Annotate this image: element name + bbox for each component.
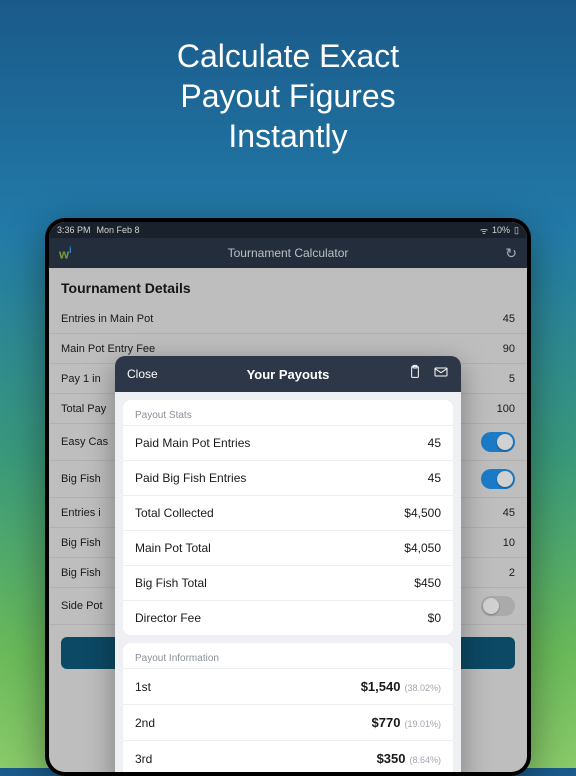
status-date: Mon Feb 8 (97, 225, 140, 235)
payout-row: 1st $1,540(38.02%) (123, 668, 453, 704)
payout-info-card: Payout Information 1st $1,540(38.02%) 2n… (123, 643, 453, 772)
payout-place: 1st (135, 680, 151, 694)
stats-label: Main Pot Total (135, 541, 211, 555)
nav-title: Tournament Calculator (228, 246, 349, 260)
stats-row: Total Collected $4,500 (123, 495, 453, 530)
battery-level: 10% (492, 225, 510, 235)
stats-row: Paid Main Pot Entries 45 (123, 425, 453, 460)
payout-pct: (38.02%) (404, 683, 441, 693)
stats-value: $4,500 (404, 506, 441, 520)
device-frame: 3:36 PM Mon Feb 8 ᯤ 10% ▯ wi Tournament … (45, 218, 531, 776)
app-logo[interactable]: wi (59, 245, 72, 261)
row-value: 100 (497, 403, 515, 415)
payout-stats-card: Payout Stats Paid Main Pot Entries 45 Pa… (123, 400, 453, 635)
stats-value: $0 (428, 611, 441, 625)
stats-label: Director Fee (135, 611, 201, 625)
device-screen: 3:36 PM Mon Feb 8 ᯤ 10% ▯ wi Tournament … (49, 222, 527, 772)
row-label: Big Fish (61, 537, 101, 549)
nav-bar: wi Tournament Calculator ↻ (49, 238, 527, 268)
row-label: Side Pot (61, 600, 103, 612)
toggle-switch[interactable] (481, 469, 515, 489)
row-label: Total Pay (61, 403, 106, 415)
stats-row: Main Pot Total $4,050 (123, 530, 453, 565)
stats-value: $450 (414, 576, 441, 590)
row-label: Big Fish (61, 567, 101, 579)
row-value: 2 (509, 567, 515, 579)
payout-amount: $350 (377, 751, 406, 766)
stats-value: $4,050 (404, 541, 441, 555)
card-header: Payout Stats (123, 400, 453, 425)
status-time: 3:36 PM (57, 225, 91, 235)
payout-place: 2nd (135, 716, 155, 730)
table-row[interactable]: Entries in Main Pot 45 (49, 304, 527, 334)
mail-icon[interactable] (433, 364, 449, 385)
payout-pct: (19.01%) (404, 719, 441, 729)
row-label: Main Pot Entry Fee (61, 343, 155, 355)
toggle-switch[interactable] (481, 596, 515, 616)
row-label: Big Fish (61, 473, 101, 485)
row-value: 90 (503, 343, 515, 355)
stats-value: 45 (428, 471, 441, 485)
toggle-switch[interactable] (481, 432, 515, 452)
stats-label: Total Collected (135, 506, 214, 520)
clipboard-icon[interactable] (407, 364, 423, 385)
modal-header: Close Your Payouts (115, 356, 461, 392)
row-label: Easy Cas (61, 436, 108, 448)
stats-label: Paid Big Fish Entries (135, 471, 246, 485)
row-value: 10 (503, 537, 515, 549)
card-header: Payout Information (123, 643, 453, 668)
payout-amount: $770 (372, 715, 401, 730)
stats-row: Director Fee $0 (123, 600, 453, 635)
stats-row: Paid Big Fish Entries 45 (123, 460, 453, 495)
payout-place: 3rd (135, 752, 152, 766)
status-bar: 3:36 PM Mon Feb 8 ᯤ 10% ▯ (49, 222, 527, 238)
refresh-icon[interactable]: ↻ (505, 245, 517, 262)
row-value: 5 (509, 373, 515, 385)
hero-headline: Calculate Exact Payout Figures Instantly (0, 0, 576, 186)
stats-row: Big Fish Total $450 (123, 565, 453, 600)
row-value: 45 (503, 507, 515, 519)
close-button[interactable]: Close (127, 367, 158, 381)
payouts-modal: Close Your Payouts Payout Stats Paid Mai… (115, 356, 461, 772)
section-header: Tournament Details (49, 268, 527, 304)
wifi-icon: ᯤ (480, 224, 488, 237)
stats-label: Paid Main Pot Entries (135, 436, 250, 450)
payout-row: 2nd $770(19.01%) (123, 704, 453, 740)
battery-icon: ▯ (514, 225, 519, 236)
payout-pct: (8.64%) (409, 755, 441, 765)
stats-label: Big Fish Total (135, 576, 207, 590)
row-label: Entries in Main Pot (61, 313, 153, 325)
stats-value: 45 (428, 436, 441, 450)
row-value: 45 (503, 313, 515, 325)
row-label: Entries i (61, 507, 101, 519)
payout-amount: $1,540 (361, 679, 401, 694)
payout-row: 3rd $350(8.64%) (123, 740, 453, 772)
modal-title: Your Payouts (247, 367, 330, 382)
row-label: Pay 1 in (61, 373, 101, 385)
